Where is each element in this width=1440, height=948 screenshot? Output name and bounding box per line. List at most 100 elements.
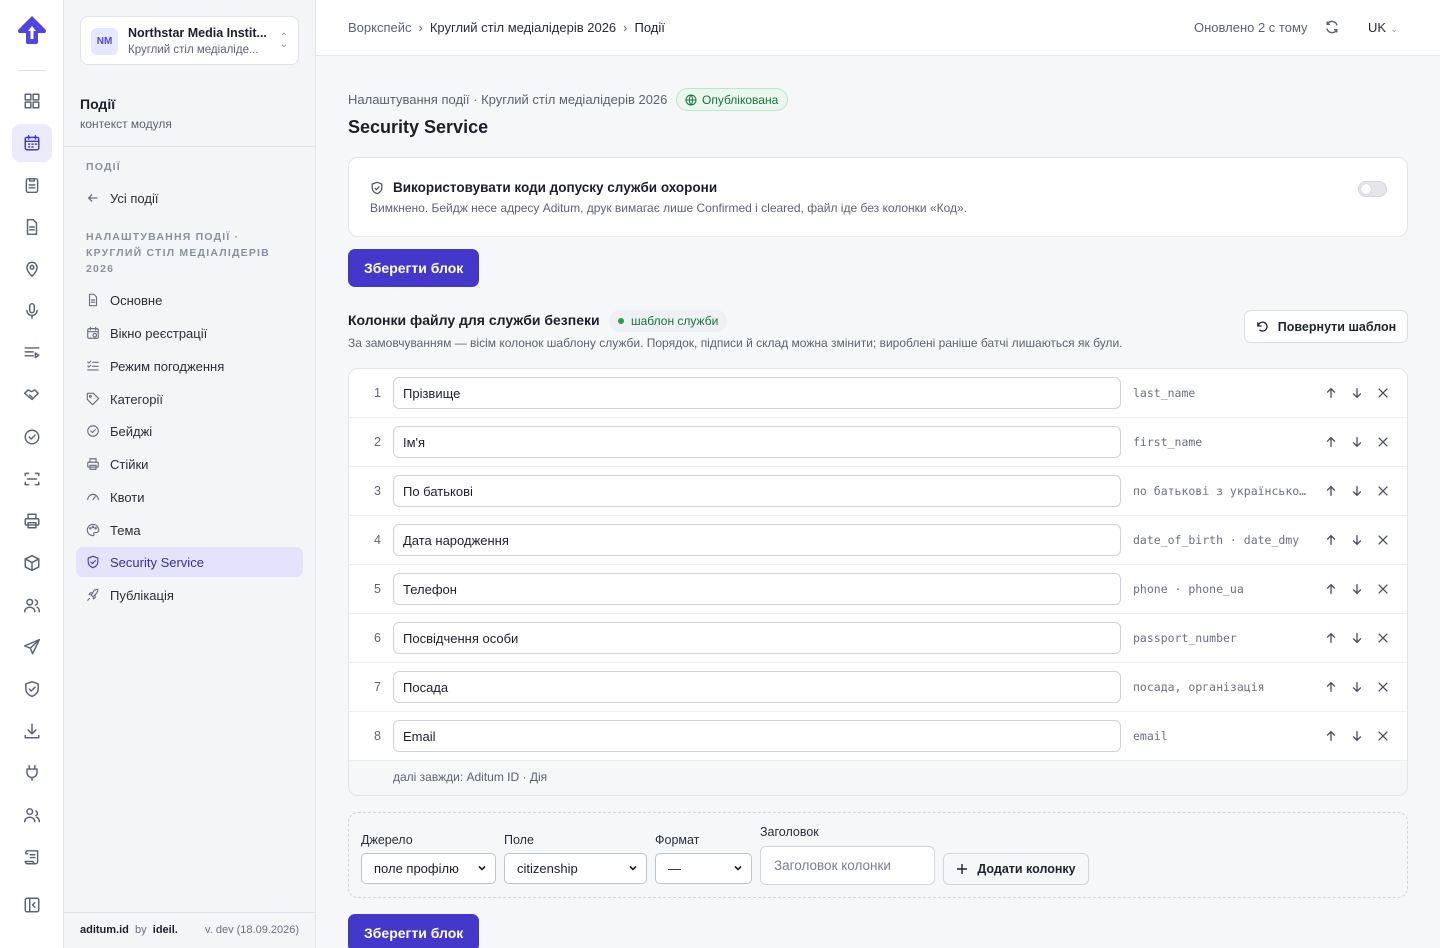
- rail-printer-button[interactable]: [12, 502, 52, 540]
- breadcrumb: Воркспейс › Круглий стіл медіалідерів 20…: [348, 20, 665, 35]
- plus-icon: [957, 864, 968, 874]
- rail-dashboard-button[interactable]: [12, 82, 52, 120]
- column-label-input[interactable]: Прізвище: [393, 377, 1121, 409]
- footer-brand[interactable]: aditum.id: [80, 924, 129, 936]
- footer-company[interactable]: ideil.: [153, 924, 178, 936]
- org-switcher[interactable]: NM Northstar Media Instit... Круглий сті…: [80, 16, 299, 65]
- sidebar-item-all-events[interactable]: Усі події: [76, 183, 303, 213]
- remove-button[interactable]: [1376, 680, 1390, 694]
- remove-button[interactable]: [1376, 533, 1390, 547]
- shield-check-icon: [371, 181, 383, 194]
- sidebar-item-6[interactable]: Стійки: [76, 449, 303, 479]
- refresh-icon[interactable]: [1324, 19, 1340, 35]
- rocket-icon: [87, 588, 99, 601]
- arrow-down-button[interactable]: [1350, 729, 1364, 743]
- save-block-button-bottom[interactable]: Зберегти блок: [348, 914, 480, 948]
- arrow-up-button[interactable]: [1324, 386, 1338, 400]
- rail-plug-button[interactable]: [12, 754, 52, 792]
- printer-icon: [87, 458, 99, 470]
- revert-template-button[interactable]: Повернути шаблон: [1244, 310, 1408, 343]
- arrow-down-button[interactable]: [1350, 631, 1364, 645]
- column-label-input[interactable]: Ім'я: [393, 426, 1121, 458]
- column-label-input[interactable]: Email: [393, 720, 1121, 752]
- column-header-input[interactable]: Заголовок колонки: [760, 846, 935, 885]
- rail-download-button[interactable]: [12, 712, 52, 750]
- badge-check-icon: [87, 425, 99, 437]
- crumb-workspace[interactable]: Воркспейс: [348, 20, 412, 35]
- rail-send-button[interactable]: [12, 628, 52, 666]
- icon-rail: [0, 0, 64, 948]
- org-name: Northstar Media Instit...: [128, 26, 267, 40]
- remove-button[interactable]: [1376, 435, 1390, 449]
- sidebar-item-7[interactable]: Квоти: [76, 482, 303, 512]
- rail-scroll-button[interactable]: [12, 838, 52, 876]
- source-select[interactable]: поле профілю: [361, 853, 496, 884]
- arrow-up-button[interactable]: [1324, 729, 1338, 743]
- rail-users-button[interactable]: [12, 586, 52, 624]
- plug-icon: [26, 764, 38, 782]
- arrow-down-icon: [1352, 387, 1362, 399]
- arrow-up-button[interactable]: [1324, 680, 1338, 694]
- arrow-up-button[interactable]: [1324, 631, 1338, 645]
- team-icon: [23, 808, 41, 823]
- remove-button[interactable]: [1376, 386, 1390, 400]
- access-codes-toggle[interactable]: [1358, 181, 1387, 197]
- remove-button[interactable]: [1376, 582, 1390, 596]
- sidebar-item-2[interactable]: Вікно реєстрації: [76, 318, 303, 348]
- arrow-up-button[interactable]: [1324, 484, 1338, 498]
- arrow-down-button[interactable]: [1350, 533, 1364, 547]
- rail-shield-button[interactable]: [12, 670, 52, 708]
- sidebar-item-1[interactable]: Основне: [76, 285, 303, 315]
- column-label-input[interactable]: По батькові: [393, 475, 1121, 507]
- org-event: Круглий стіл медіаліде...: [128, 44, 259, 56]
- arrow-up-icon: [1326, 387, 1336, 399]
- rail-sidebar-toggle-button[interactable]: [12, 886, 52, 924]
- sidebar-item-9[interactable]: Security Service: [76, 547, 303, 577]
- arrow-down-button[interactable]: [1350, 435, 1364, 449]
- column-label-input[interactable]: Телефон: [393, 573, 1121, 605]
- language-switcher[interactable]: UK ⌄: [1368, 20, 1398, 35]
- column-label-input[interactable]: Посада: [393, 671, 1121, 703]
- remove-button[interactable]: [1376, 729, 1390, 743]
- sidebar-item-4[interactable]: Категорії: [76, 384, 303, 414]
- rail-document-button[interactable]: [12, 208, 52, 246]
- sidebar-item-3[interactable]: Режим погодження: [76, 351, 303, 381]
- format-select[interactable]: —: [655, 853, 752, 884]
- column-source: last_name: [1133, 386, 1196, 400]
- arrow-down-button[interactable]: [1350, 386, 1364, 400]
- arrow-down-button[interactable]: [1350, 582, 1364, 596]
- arrow-down-button[interactable]: [1350, 680, 1364, 694]
- column-label-input[interactable]: Дата народження: [393, 524, 1121, 556]
- updated-status: Оновлено 2 с тому: [1194, 20, 1308, 35]
- arrow-down-button[interactable]: [1350, 484, 1364, 498]
- rail-microphone-button[interactable]: [12, 292, 52, 330]
- sidebar-item-5[interactable]: Бейджі: [76, 416, 303, 446]
- rail-agenda-button[interactable]: [12, 334, 52, 372]
- arrow-up-button[interactable]: [1324, 582, 1338, 596]
- aditum-logo[interactable]: [16, 14, 48, 46]
- format-label: Формат: [655, 833, 700, 847]
- sidebar-item-10[interactable]: Публікація: [76, 580, 303, 610]
- arrow-up-icon: [1326, 436, 1336, 448]
- arrow-up-button[interactable]: [1324, 435, 1338, 449]
- sidebar-item-8[interactable]: Тема: [76, 515, 303, 545]
- arrow-up-button[interactable]: [1324, 533, 1338, 547]
- crumb-event[interactable]: Круглий стіл медіалідерів 2026: [430, 20, 616, 35]
- rail-check-circle-button[interactable]: [12, 418, 52, 456]
- add-column-button[interactable]: Додати колонку: [943, 853, 1089, 885]
- column-label-input[interactable]: Посвідчення особи: [393, 622, 1121, 654]
- card-title: Використовувати коди допуску служби охор…: [393, 180, 718, 195]
- rail-team-button[interactable]: [12, 796, 52, 834]
- field-select[interactable]: citizenship: [504, 853, 647, 884]
- file-icon: [88, 293, 98, 307]
- rail-handshake-button[interactable]: [12, 376, 52, 414]
- rail-calendar-button[interactable]: [12, 124, 52, 162]
- rail-package-button[interactable]: [12, 544, 52, 582]
- column-source: email: [1133, 729, 1168, 743]
- save-block-button[interactable]: Зберегти блок: [348, 249, 480, 287]
- remove-button[interactable]: [1376, 631, 1390, 645]
- rail-clipboard-button[interactable]: [12, 166, 52, 204]
- rail-location-button[interactable]: [12, 250, 52, 288]
- rail-scan-button[interactable]: [12, 460, 52, 498]
- remove-button[interactable]: [1376, 484, 1390, 498]
